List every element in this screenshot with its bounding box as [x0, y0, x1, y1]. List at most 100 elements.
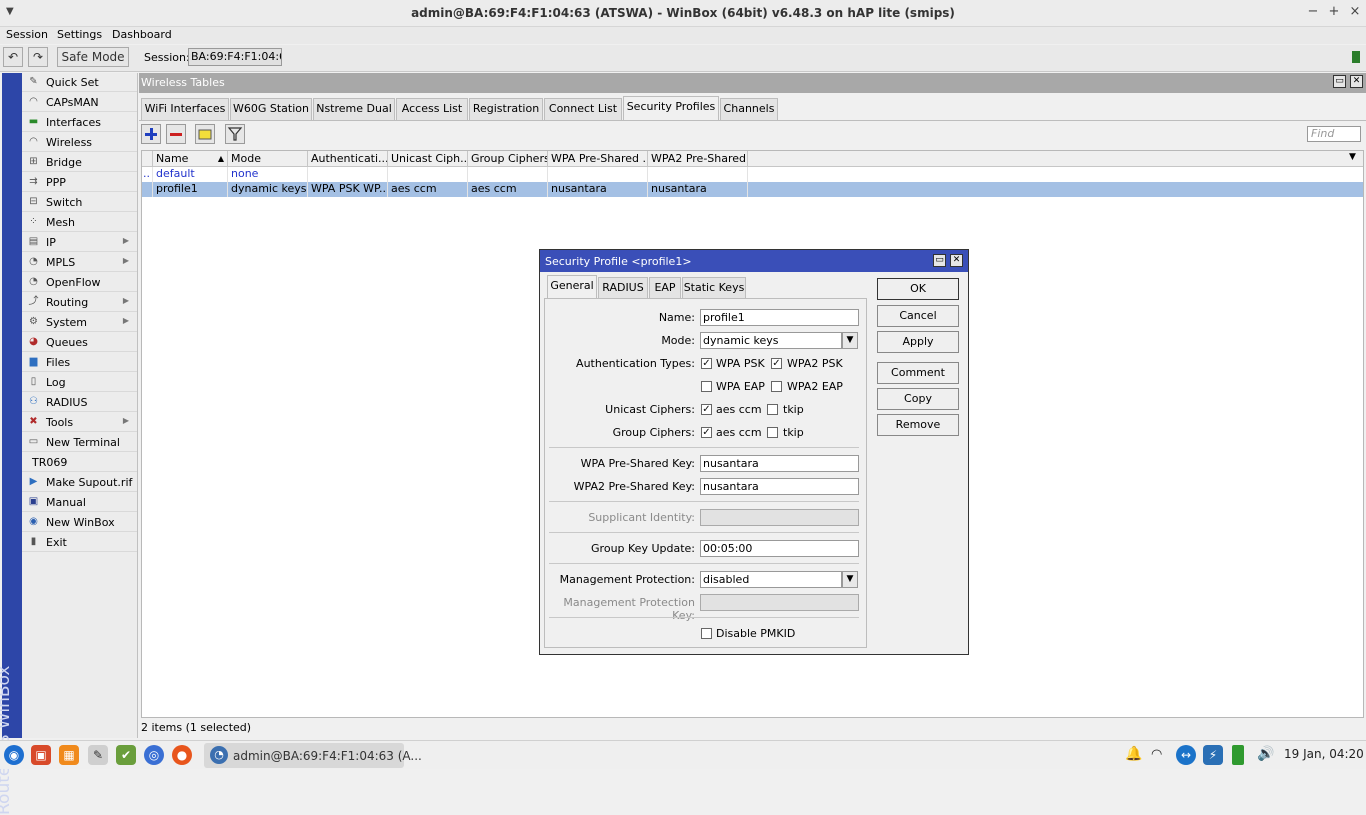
tab-eap[interactable]: EAP	[649, 277, 681, 298]
menu-session[interactable]: Session	[6, 28, 48, 41]
table-row[interactable]: profile1 dynamic keys WPA PSK WP... aes ccm…	[142, 182, 1363, 197]
sidebar-item-ppp[interactable]: ⇉ PPP	[22, 173, 137, 192]
tab-radius[interactable]: RADIUS	[598, 277, 648, 298]
column-header-name[interactable]: Name ▲	[153, 151, 228, 167]
menu-dashboard[interactable]: Dashboard	[112, 28, 172, 41]
sidebar-item-exit[interactable]: ▮ Exit	[22, 533, 137, 552]
group-tkip-checkbox[interactable]	[767, 427, 778, 438]
column-header-wpa2-key[interactable]: WPA2 Pre-Shared...	[648, 151, 748, 167]
notification-bell-icon[interactable]: 🔔	[1125, 746, 1142, 762]
sidebar-item-wireless[interactable]: ◠ Wireless	[22, 133, 137, 152]
columns-dropdown-icon[interactable]: ▼	[1349, 152, 1356, 162]
chrome-icon[interactable]: ◎	[144, 745, 164, 765]
menu-settings[interactable]: Settings	[57, 28, 102, 41]
close-icon[interactable]: ✕	[1350, 75, 1363, 88]
wpa-key-field[interactable]: nusantara	[700, 455, 859, 472]
tab-w60g-station[interactable]: W60G Station	[230, 98, 312, 120]
table-row[interactable]: .. default none	[142, 167, 1363, 182]
winbox-launcher-icon[interactable]: ✔	[116, 745, 136, 765]
sidebar-item-log[interactable]: ▯ Log	[22, 373, 137, 392]
wpa2-psk-checkbox[interactable]: ✓	[771, 358, 782, 369]
comment-button[interactable]: Comment	[877, 362, 959, 384]
clock[interactable]: 19 Jan, 04:20	[1284, 747, 1364, 761]
sidebar-item-radius[interactable]: ⚇ RADIUS	[22, 393, 137, 412]
sidebar-item-mpls[interactable]: ◔ MPLS ▶	[22, 253, 137, 272]
sidebar-item-system[interactable]: ⚙ System ▶	[22, 313, 137, 332]
office-icon[interactable]: ▣	[31, 745, 51, 765]
comment-button[interactable]	[195, 124, 215, 144]
management-protection-dropdown-icon[interactable]: ▼	[842, 571, 858, 588]
mode-select[interactable]: dynamic keys	[700, 332, 842, 349]
ok-button[interactable]: OK	[877, 278, 959, 300]
tab-nstreme-dual[interactable]: Nstreme Dual	[313, 98, 395, 120]
sidebar-item-quick-set[interactable]: ✎ Quick Set	[22, 73, 137, 92]
sidebar-item-switch[interactable]: ⊟ Switch	[22, 193, 137, 212]
text-editor-icon[interactable]: ✎	[88, 745, 108, 765]
column-header-auth[interactable]: Authenticati...	[308, 151, 388, 167]
unicast-aes-checkbox[interactable]: ✓	[701, 404, 712, 415]
package-icon[interactable]: ▦	[59, 745, 79, 765]
column-header-wpa-key[interactable]: WPA Pre-Shared ...	[548, 151, 648, 167]
wpa-eap-checkbox[interactable]	[701, 381, 712, 392]
group-key-update-field[interactable]: 00:05:00	[700, 540, 859, 557]
tab-static-keys[interactable]: Static Keys	[682, 277, 746, 298]
sidebar-item-routing[interactable]: ⤴ Routing ▶	[22, 293, 137, 312]
add-button[interactable]	[141, 124, 161, 144]
cancel-button[interactable]: Cancel	[877, 305, 959, 327]
undo-icon[interactable]: ↶	[3, 47, 23, 67]
close-icon[interactable]: ×	[1347, 4, 1363, 19]
taskbar-winbox-item[interactable]: ◔ admin@BA:69:F4:F1:04:63 (A...	[204, 743, 422, 768]
sidebar-item-tools[interactable]: ✖ Tools ▶	[22, 413, 137, 432]
sidebar-item-files[interactable]: ▆ Files	[22, 353, 137, 372]
group-aes-checkbox[interactable]: ✓	[701, 427, 712, 438]
management-protection-select[interactable]: disabled	[700, 571, 842, 588]
mode-dropdown-icon[interactable]: ▼	[842, 332, 858, 349]
close-icon[interactable]: ✕	[950, 254, 963, 267]
tab-wifi-interfaces[interactable]: WiFi Interfaces	[141, 98, 229, 120]
tab-connect-list[interactable]: Connect List	[544, 98, 622, 120]
column-header-group[interactable]: Group Ciphers	[468, 151, 548, 167]
safe-mode-button[interactable]: Safe Mode	[57, 47, 129, 67]
restore-icon[interactable]: ▭	[933, 254, 946, 267]
redo-icon[interactable]: ↷	[28, 47, 48, 67]
remove-button[interactable]: Remove	[877, 414, 959, 436]
maximize-icon[interactable]: +	[1326, 4, 1342, 19]
battery-icon[interactable]	[1232, 745, 1244, 765]
wpa-psk-checkbox[interactable]: ✓	[701, 358, 712, 369]
sidebar-item-queues[interactable]: ◕ Queues	[22, 333, 137, 352]
find-input[interactable]: Find	[1307, 126, 1361, 142]
wpa2-key-field[interactable]: nusantara	[700, 478, 859, 495]
sidebar-item-interfaces[interactable]: ▬ Interfaces	[22, 113, 137, 132]
copy-button[interactable]: Copy	[877, 388, 959, 410]
minimize-icon[interactable]: −	[1305, 4, 1321, 19]
sidebar-item-new-terminal[interactable]: ▭ New Terminal	[22, 433, 137, 452]
volume-icon[interactable]: 🔊	[1257, 746, 1274, 762]
system-monitor-icon[interactable]: ⚡	[1203, 745, 1223, 765]
column-header-unicast[interactable]: Unicast Ciph...	[388, 151, 468, 167]
name-field[interactable]: profile1	[700, 309, 859, 326]
sidebar-item-openflow[interactable]: ◔ OpenFlow	[22, 273, 137, 292]
filter-button[interactable]	[225, 124, 245, 144]
tab-access-list[interactable]: Access List	[396, 98, 468, 120]
column-header-mode[interactable]: Mode	[228, 151, 308, 167]
sidebar-item-capsman[interactable]: ◠ CAPsMAN	[22, 93, 137, 112]
wpa2-eap-checkbox[interactable]	[771, 381, 782, 392]
wifi-icon[interactable]: ◠	[1151, 747, 1162, 762]
restore-icon[interactable]: ▭	[1333, 75, 1346, 88]
teamviewer-icon[interactable]: ↔	[1176, 745, 1196, 765]
sidebar-item-ip[interactable]: ▤ IP ▶	[22, 233, 137, 252]
tab-security-profiles[interactable]: Security Profiles	[623, 96, 719, 121]
disable-pmkid-checkbox[interactable]	[701, 628, 712, 639]
tab-channels[interactable]: Channels	[720, 98, 778, 120]
sidebar-item-new-winbox[interactable]: ◉ New WinBox	[22, 513, 137, 532]
session-field[interactable]: BA:69:F4:F1:04:63	[188, 48, 282, 66]
sidebar-item-mesh[interactable]: ⁘ Mesh	[22, 213, 137, 232]
app-menu-icon[interactable]: ◉	[4, 745, 24, 765]
sidebar-item-make-supout-rif[interactable]: ▶ Make Supout.rif	[22, 473, 137, 492]
unicast-tkip-checkbox[interactable]	[767, 404, 778, 415]
sidebar-item-manual[interactable]: ▣ Manual	[22, 493, 137, 512]
remove-button[interactable]	[166, 124, 186, 144]
tab-registration[interactable]: Registration	[469, 98, 543, 120]
firefox-icon[interactable]: ●	[172, 745, 192, 765]
sidebar-item-tr069[interactable]: TR069	[22, 453, 137, 472]
